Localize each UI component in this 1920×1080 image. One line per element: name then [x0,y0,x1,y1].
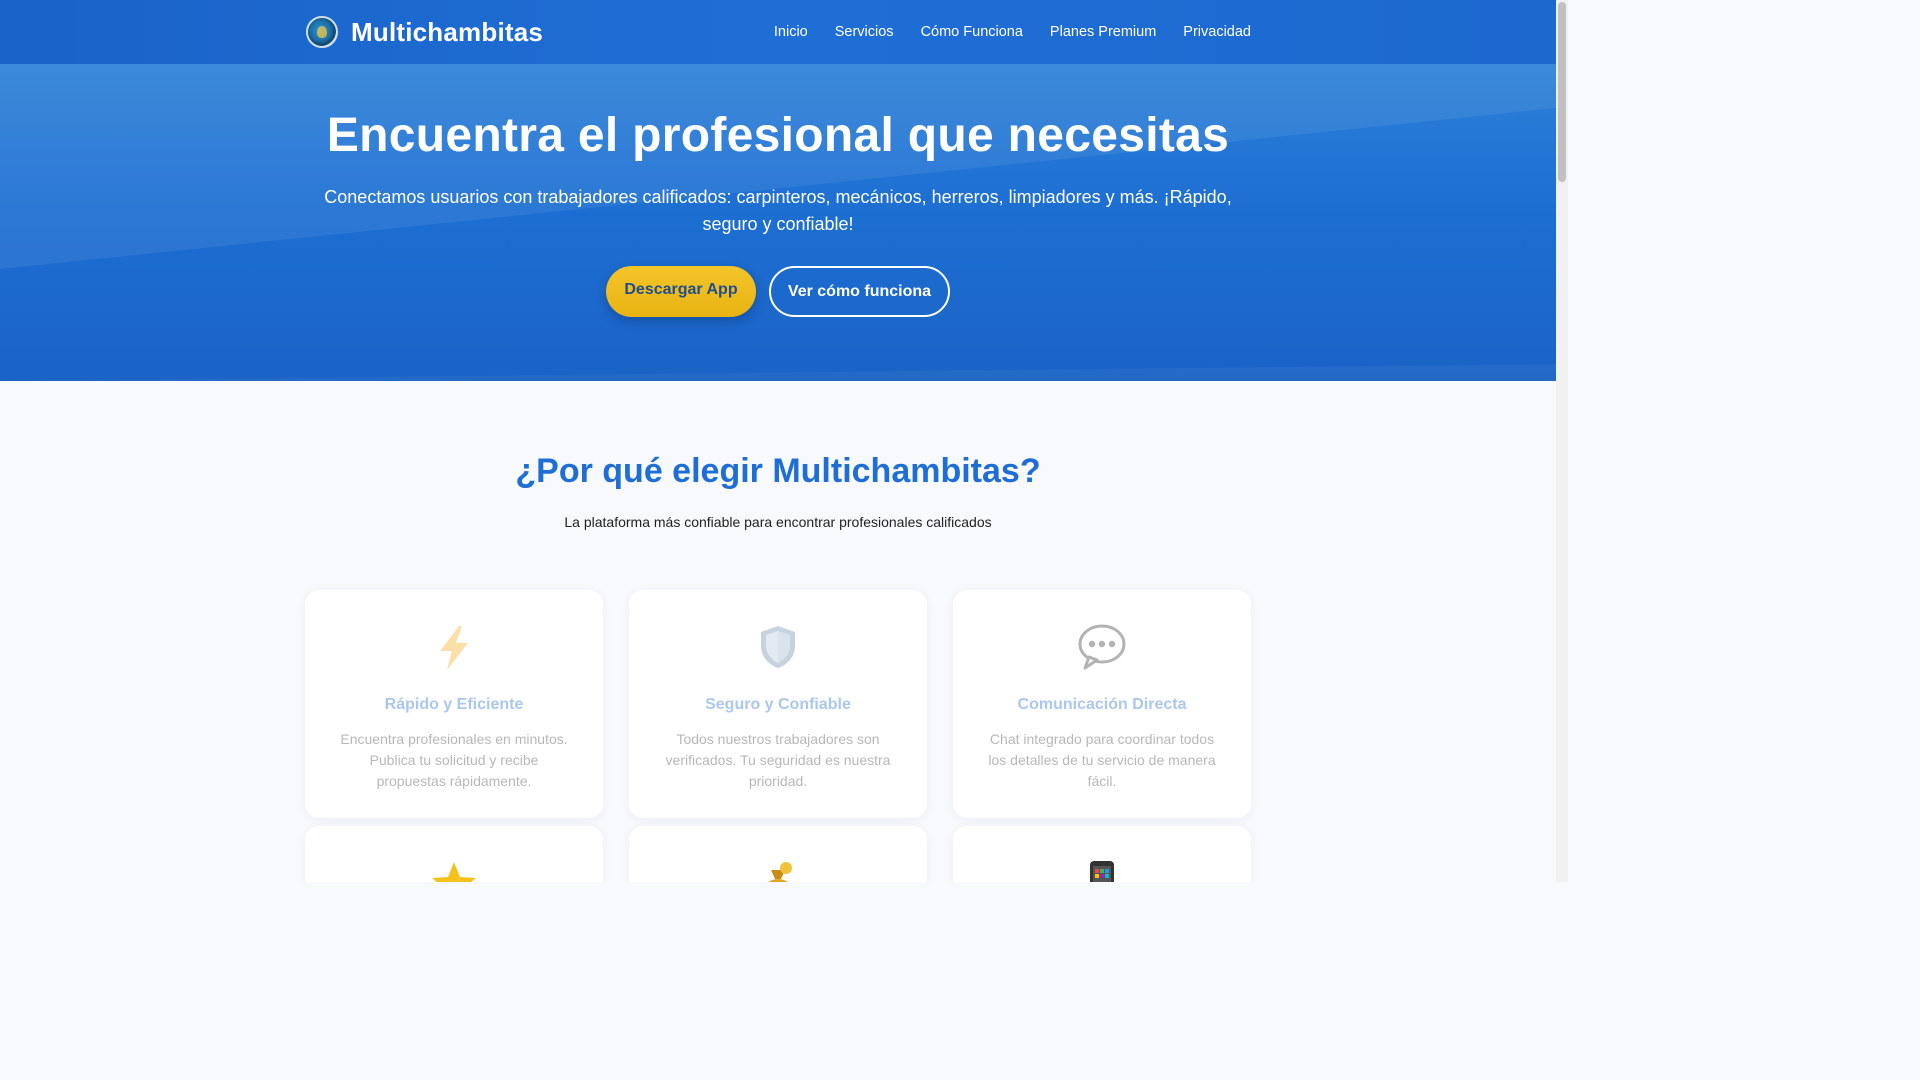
hero-section: Encuentra el profesional que necesitas C… [0,64,1556,381]
brand-name: Multichambitas [351,16,544,47]
nav-item-servicios[interactable]: Servicios [835,24,894,40]
download-app-button[interactable]: Descargar App [606,266,756,317]
shield-icon [761,626,795,668]
features-subtitle: La plataforma más confiable para encontr… [564,514,992,530]
feature-card-communication: Comunicación Directa Chat integrado para… [953,590,1251,818]
feature-text: Encuentra profesionales en minutos. Publ… [340,731,568,789]
nav-item-inicio[interactable]: Inicio [774,24,808,40]
how-it-works-button[interactable]: Ver cómo funciona [769,266,950,317]
star-icon [432,862,476,882]
feature-text: Chat integrado para coordinar todos los … [988,731,1216,789]
mobile-phone-icon [1090,861,1114,882]
feature-card-mobile [953,826,1251,882]
feature-title: Rápido y Eficiente [384,696,524,713]
brand[interactable]: Multichambitas [306,14,543,50]
hero-subtitle: Conectamos usuarios con trabajadores cal… [324,187,1232,234]
main-nav: Inicio Servicios Cómo Funciona Planes Pr… [747,0,1251,64]
feature-card-money [629,826,927,882]
feature-card-fast: Rápido y Eficiente Encuentra profesional… [305,590,603,818]
feature-card-star [305,826,603,882]
lightning-icon [440,626,468,670]
feature-card-secure: Seguro y Confiable Todos nuestros trabaj… [629,590,927,818]
top-navbar: Multichambitas Inicio Servicios Cómo Fun… [0,0,1556,64]
nav-item-como-funciona[interactable]: Cómo Funciona [921,24,1023,40]
globe-logo-icon [306,16,338,48]
page-scrollbar[interactable] [1556,0,1568,882]
nav-item-planes-premium[interactable]: Planes Premium [1050,24,1156,40]
feature-title: Comunicación Directa [1017,696,1187,713]
feature-text: Todos nuestros trabajadores son verifica… [665,731,891,789]
hero-title: Encuentra el profesional que necesitas [326,109,1230,162]
page-viewport: Multichambitas Inicio Servicios Cómo Fun… [0,0,1556,882]
speech-bubble-icon [1078,624,1126,670]
feature-title: Seguro y Confiable [705,696,851,713]
nav-item-privacidad[interactable]: Privacidad [1183,24,1251,40]
scrollbar-thumb[interactable] [1558,2,1566,182]
features-title: ¿Por qué elegir Multichambitas? [515,452,1041,490]
money-bag-icon [768,862,792,882]
